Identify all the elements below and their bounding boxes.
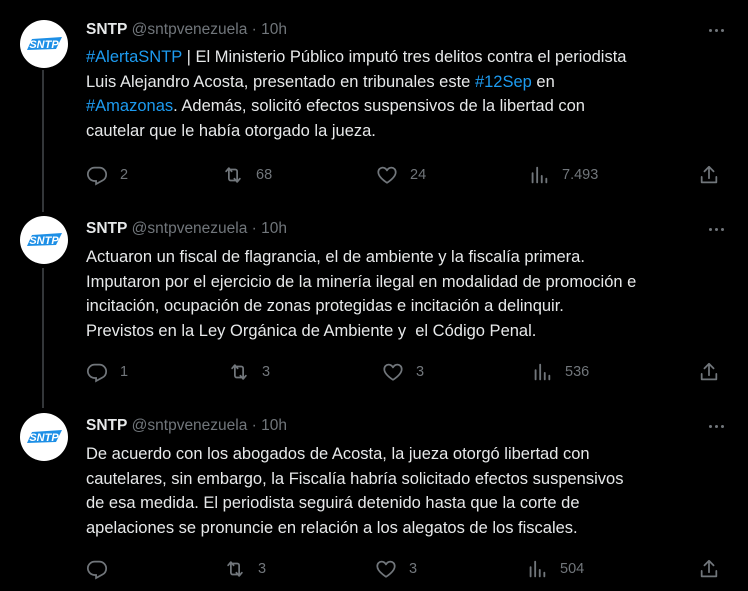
- views-count: 536: [565, 364, 590, 380]
- reply-button[interactable]: [86, 556, 120, 582]
- svg-text:SNTP: SNTP: [29, 39, 59, 51]
- avatar[interactable]: SNTP: [20, 413, 68, 461]
- reply-button[interactable]: 1: [86, 359, 128, 385]
- repost-count: 3: [258, 561, 267, 577]
- tweet-header: SNTP @sntpvenezuela · 10h: [86, 219, 287, 239]
- tweet-text: #AlertaSNTP | El Ministerio Público impu…: [86, 45, 736, 143]
- action-bar: 3 3 504: [78, 556, 728, 582]
- repost-count: 68: [256, 167, 273, 183]
- views-button[interactable]: 7.493: [528, 162, 598, 188]
- reply-count: 2: [120, 167, 129, 183]
- share-icon: [700, 165, 718, 184]
- separator-dot: ·: [251, 21, 257, 38]
- sntp-logo: SNTP: [27, 37, 62, 51]
- tweet-text: Actuaron un fiscal de flagrancia, el de …: [86, 245, 736, 343]
- display-name[interactable]: SNTP: [86, 220, 127, 237]
- action-bar: 2 68 24 7.493: [78, 162, 728, 188]
- repost-icon: [231, 364, 247, 380]
- timestamp[interactable]: 10h: [261, 21, 287, 38]
- views-count: 7.493: [562, 167, 599, 183]
- timestamp[interactable]: 10h: [261, 220, 287, 237]
- like-button[interactable]: 3: [375, 556, 417, 582]
- hashtag-link[interactable]: #AlertaSNTP: [86, 48, 182, 66]
- handle[interactable]: @sntpvenezuela: [132, 21, 248, 38]
- display-name[interactable]: SNTP: [86, 21, 127, 38]
- share-button[interactable]: [698, 162, 720, 188]
- views-icon: [534, 363, 551, 381]
- views-button[interactable]: 504: [526, 556, 584, 582]
- like-count: 24: [410, 167, 427, 183]
- repost-count: 3: [262, 364, 271, 380]
- repost-button[interactable]: 3: [224, 556, 266, 582]
- reply-icon: [86, 560, 108, 580]
- timestamp[interactable]: 10h: [261, 417, 287, 434]
- views-count: 504: [560, 561, 585, 577]
- repost-button[interactable]: 3: [228, 359, 270, 385]
- repost-button[interactable]: 68: [222, 162, 272, 188]
- more-icon[interactable]: [702, 219, 730, 239]
- avatar[interactable]: SNTP: [20, 20, 68, 68]
- reply-icon: [86, 166, 108, 186]
- tweet-header: SNTP @sntpvenezuela · 10h: [86, 416, 287, 436]
- like-icon: [383, 363, 403, 381]
- share-button[interactable]: [698, 556, 720, 582]
- reply-icon: [86, 363, 108, 383]
- hashtag-link[interactable]: #Amazonas: [86, 97, 173, 115]
- more-icon[interactable]: [702, 20, 730, 40]
- reply-count: 1: [120, 364, 129, 380]
- tweet-header: SNTP @sntpvenezuela · 10h: [86, 20, 287, 40]
- separator-dot: ·: [251, 220, 257, 237]
- reply-button[interactable]: 2: [86, 162, 128, 188]
- handle[interactable]: @sntpvenezuela: [132, 220, 248, 237]
- repost-icon: [227, 561, 243, 577]
- sntp-logo: SNTP: [27, 233, 62, 247]
- sntp-logo: SNTP: [27, 430, 62, 444]
- text-segment: en: [536, 72, 555, 91]
- views-icon: [529, 560, 546, 578]
- like-button[interactable]: 3: [382, 359, 424, 385]
- avatar[interactable]: SNTP: [20, 216, 68, 264]
- text-segment: Actuaron un fiscal de flagrancia, el de …: [86, 248, 637, 340]
- svg-text:SNTP: SNTP: [29, 432, 59, 444]
- share-icon: [700, 559, 718, 578]
- views-icon: [531, 166, 548, 184]
- share-button[interactable]: [698, 359, 720, 385]
- like-button[interactable]: 24: [376, 162, 426, 188]
- handle[interactable]: @sntpvenezuela: [132, 417, 248, 434]
- like-count: 3: [416, 364, 425, 380]
- views-button[interactable]: 536: [531, 359, 589, 385]
- action-bar: 1 3 3 536: [78, 359, 728, 385]
- like-icon: [377, 166, 397, 184]
- share-icon: [700, 362, 718, 381]
- like-count: 3: [409, 561, 418, 577]
- thread-line: [42, 268, 44, 408]
- more-icon[interactable]: [702, 416, 730, 436]
- display-name[interactable]: SNTP: [86, 417, 127, 434]
- hashtag-link[interactable]: #12Sep: [475, 73, 532, 91]
- repost-icon: [225, 167, 241, 183]
- thread-line: [42, 70, 44, 212]
- like-icon: [376, 560, 396, 578]
- tweet-text: De acuerdo con los abogados de Acosta, l…: [86, 442, 736, 540]
- text-segment: De acuerdo con los abogados de Acosta, l…: [86, 445, 624, 537]
- separator-dot: ·: [251, 417, 257, 434]
- svg-text:SNTP: SNTP: [29, 235, 59, 247]
